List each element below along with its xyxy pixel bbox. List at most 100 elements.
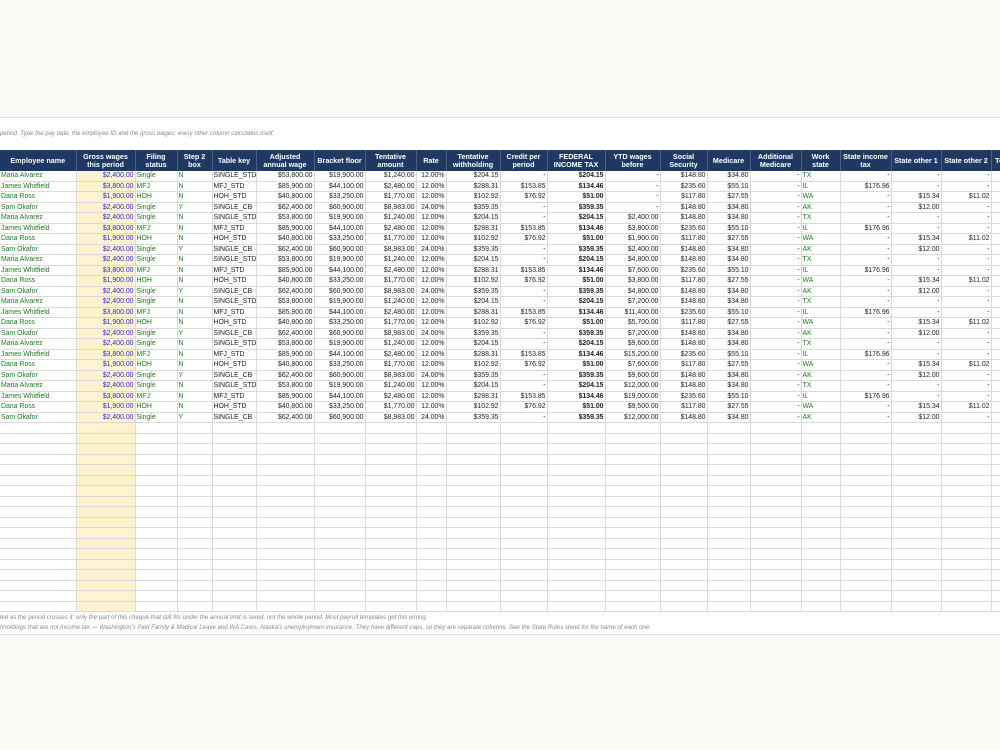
empty-cell[interactable]	[446, 569, 501, 581]
empty-cell[interactable]	[76, 464, 136, 476]
table-cell[interactable]: N	[177, 275, 213, 287]
column-header[interactable]: Medicare	[707, 150, 751, 171]
empty-cell[interactable]	[891, 485, 942, 497]
table-cell[interactable]: Single	[135, 212, 178, 224]
empty-cell[interactable]	[135, 454, 178, 465]
table-cell[interactable]: 12.00%	[416, 212, 447, 224]
table-cell[interactable]: -	[840, 338, 892, 350]
table-cell[interactable]: -	[941, 223, 992, 234]
table-cell[interactable]: $34.80	[707, 202, 751, 213]
empty-cell[interactable]	[750, 590, 802, 602]
column-header[interactable]: Employee name	[0, 150, 77, 171]
table-cell[interactable]: HOH	[135, 275, 178, 287]
table-cell[interactable]: $9,600.00	[605, 338, 661, 350]
table-cell[interactable]: $15,200.00	[605, 349, 661, 360]
empty-cell[interactable]	[365, 485, 417, 497]
empty-cell[interactable]	[605, 506, 661, 518]
table-cell[interactable]: -	[500, 380, 548, 392]
table-cell[interactable]: $53,800.00	[256, 212, 315, 224]
empty-cell[interactable]	[256, 443, 315, 455]
empty-cell[interactable]	[446, 527, 501, 539]
table-cell[interactable]: $2,400.00	[76, 370, 136, 381]
table-cell[interactable]: Sam Okafor	[0, 244, 77, 255]
table-cell[interactable]: $60,900.00	[314, 286, 366, 297]
table-cell[interactable]: Maria Alvarez	[0, 380, 77, 392]
empty-cell[interactable]	[365, 454, 417, 465]
table-cell[interactable]: $204.15	[446, 212, 501, 224]
table-cell[interactable]: $19,900.00	[314, 296, 366, 308]
table-cell[interactable]	[991, 296, 1000, 308]
table-cell[interactable]: $34.80	[707, 412, 751, 423]
table-cell[interactable]: $176.96	[840, 349, 892, 360]
table-cell[interactable]: $53,800.00	[256, 171, 315, 182]
table-cell[interactable]: -	[840, 233, 892, 245]
table-cell[interactable]: -	[750, 380, 802, 392]
empty-cell[interactable]	[605, 601, 661, 612]
empty-cell[interactable]	[177, 580, 213, 591]
table-cell[interactable]: -	[891, 338, 942, 350]
empty-cell[interactable]	[135, 496, 178, 507]
table-cell[interactable]: SINGLE_STD	[212, 212, 257, 224]
table-cell[interactable]: $62,400.00	[256, 328, 315, 339]
table-cell[interactable]: -	[840, 380, 892, 392]
empty-cell[interactable]	[801, 548, 841, 560]
table-cell[interactable]: Sam Okafor	[0, 286, 77, 297]
empty-cell[interactable]	[547, 496, 606, 507]
empty-cell[interactable]	[135, 538, 178, 549]
table-cell[interactable]: -	[941, 265, 992, 276]
table-cell[interactable]	[991, 244, 1000, 255]
empty-cell[interactable]	[840, 422, 892, 434]
empty-cell[interactable]	[256, 454, 315, 465]
empty-cell[interactable]	[750, 454, 802, 465]
table-cell[interactable]	[991, 338, 1000, 350]
table-cell[interactable]: $148.80	[660, 202, 708, 213]
empty-cell[interactable]	[212, 464, 257, 476]
table-cell[interactable]: $102.92	[446, 191, 501, 203]
table-cell[interactable]: Dana Ross	[0, 233, 77, 245]
empty-cell[interactable]	[177, 496, 213, 507]
empty-cell[interactable]	[76, 506, 136, 518]
empty-cell[interactable]	[500, 580, 548, 591]
table-cell[interactable]	[991, 401, 1000, 413]
table-cell[interactable]: $19,900.00	[314, 254, 366, 266]
table-cell[interactable]: $34.80	[707, 286, 751, 297]
table-cell[interactable]: 12.00%	[416, 380, 447, 392]
empty-cell[interactable]	[750, 485, 802, 497]
table-cell[interactable]: Sam Okafor	[0, 412, 77, 423]
table-cell[interactable]: 12.00%	[416, 265, 447, 276]
table-cell[interactable]: SINGLE_STD	[212, 254, 257, 266]
table-cell[interactable]: $204.15	[547, 296, 606, 308]
empty-cell[interactable]	[660, 454, 708, 465]
table-cell[interactable]: $34.80	[707, 370, 751, 381]
table-cell[interactable]: $51.00	[547, 275, 606, 287]
empty-cell[interactable]	[177, 517, 213, 528]
table-cell[interactable]: Sam Okafor	[0, 202, 77, 213]
table-cell[interactable]: SINGLE_CB	[212, 286, 257, 297]
table-cell[interactable]: $235.60	[660, 223, 708, 234]
empty-cell[interactable]	[547, 433, 606, 444]
table-cell[interactable]: $148.80	[660, 171, 708, 182]
table-cell[interactable]: $44,100.00	[314, 391, 366, 402]
table-cell[interactable]: -	[500, 202, 548, 213]
table-cell[interactable]: 24.00%	[416, 328, 447, 339]
table-cell[interactable]: $148.80	[660, 338, 708, 350]
table-cell[interactable]: $134.46	[547, 265, 606, 276]
table-cell[interactable]: N	[177, 265, 213, 276]
table-cell[interactable]: $2,480.00	[365, 349, 417, 360]
table-cell[interactable]: -	[941, 328, 992, 339]
table-cell[interactable]: $8,983.00	[365, 412, 417, 423]
empty-cell[interactable]	[500, 527, 548, 539]
table-cell[interactable]: -	[750, 202, 802, 213]
table-cell[interactable]: N	[177, 359, 213, 371]
empty-cell[interactable]	[0, 538, 77, 549]
empty-cell[interactable]	[256, 422, 315, 434]
empty-cell[interactable]	[365, 496, 417, 507]
table-cell[interactable]: $2,400.00	[76, 202, 136, 213]
table-cell[interactable]: $27.55	[707, 275, 751, 287]
empty-cell[interactable]	[941, 464, 992, 476]
empty-cell[interactable]	[256, 559, 315, 570]
table-cell[interactable]: $76.92	[500, 233, 548, 245]
table-cell[interactable]: MFJ	[135, 223, 178, 234]
table-cell[interactable]: $76.92	[500, 317, 548, 329]
table-cell[interactable]: SINGLE_STD	[212, 171, 257, 182]
